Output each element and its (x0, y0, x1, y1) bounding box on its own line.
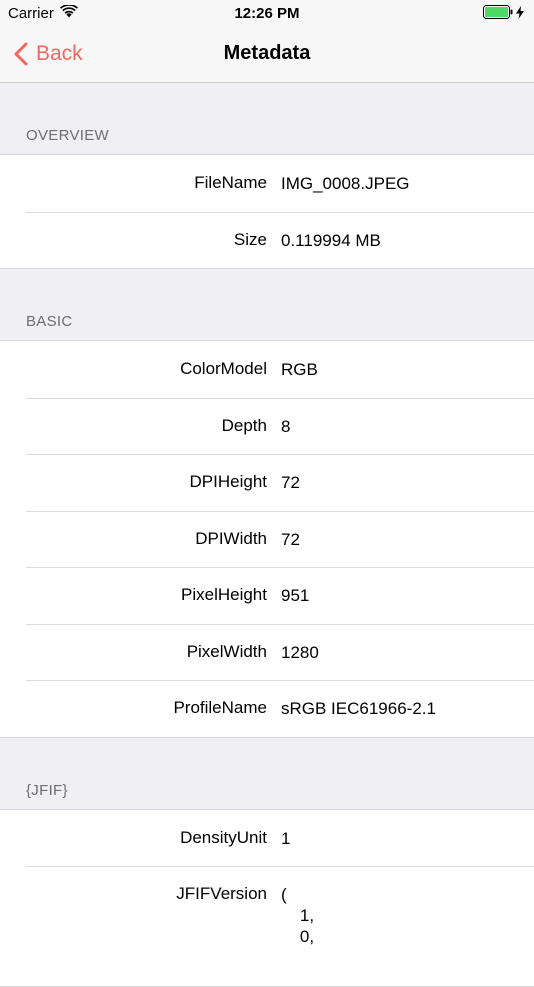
section-jfif: DensityUnit 1 JFIFVersion ( 1, 0, (0, 810, 534, 987)
section-overview: FileName IMG_0008.JPEG Size 0.119994 MB (0, 155, 534, 269)
table-row[interactable]: DPIHeight 72 (0, 454, 534, 511)
row-value: 8 (267, 398, 290, 437)
status-bar: Carrier 12:26 PM (0, 0, 534, 28)
row-value: 0.119994 MB (267, 212, 381, 251)
table-row[interactable]: JFIFVersion ( 1, 0, (0, 866, 534, 986)
row-value: 1280 (267, 624, 319, 663)
row-value: 72 (267, 454, 300, 493)
row-key: Size (0, 212, 267, 250)
section-basic: ColorModel RGB Depth 8 DPIHeight 72 DPIW… (0, 341, 534, 738)
row-value: 1 (267, 810, 290, 849)
charging-bolt-icon (516, 6, 524, 24)
row-key: ColorModel (0, 341, 267, 379)
metadata-table[interactable]: OVERVIEW FileName IMG_0008.JPEG Size 0.1… (0, 83, 534, 987)
row-value: IMG_0008.JPEG (267, 155, 410, 194)
section-header-basic: BASIC (0, 269, 534, 341)
row-key: PixelWidth (0, 624, 267, 662)
table-row[interactable]: Size 0.119994 MB (0, 212, 534, 269)
table-row[interactable]: Depth 8 (0, 398, 534, 455)
section-header-jfif: {JFIF} (0, 738, 534, 810)
table-row[interactable]: ColorModel RGB (0, 341, 534, 398)
battery-icon (483, 5, 513, 24)
battery-area (483, 5, 524, 24)
table-row[interactable]: FileName IMG_0008.JPEG (0, 155, 534, 212)
table-row[interactable]: PixelHeight 951 (0, 567, 534, 624)
row-value: 72 (267, 511, 300, 550)
row-key: DensityUnit (0, 810, 267, 848)
row-key: FileName (0, 155, 267, 193)
row-value: RGB (267, 341, 318, 380)
row-key: Depth (0, 398, 267, 436)
page-title: Metadata (0, 42, 534, 65)
table-row[interactable]: DensityUnit 1 (0, 810, 534, 867)
row-value: 951 (267, 567, 309, 606)
row-key: JFIFVersion (0, 866, 267, 904)
row-key: DPIWidth (0, 511, 267, 549)
row-value: sRGB IEC61966-2.1 (267, 680, 436, 719)
table-row[interactable]: DPIWidth 72 (0, 511, 534, 568)
section-header-overview: OVERVIEW (0, 83, 534, 155)
table-row[interactable]: ProfileName sRGB IEC61966-2.1 (0, 680, 534, 737)
row-key: PixelHeight (0, 567, 267, 605)
row-key: ProfileName (0, 680, 267, 718)
navigation-bar: Back Metadata (0, 28, 534, 83)
row-value: ( 1, 0, (267, 866, 314, 947)
row-key: DPIHeight (0, 454, 267, 492)
status-time: 12:26 PM (0, 5, 534, 22)
table-row[interactable]: PixelWidth 1280 (0, 624, 534, 681)
